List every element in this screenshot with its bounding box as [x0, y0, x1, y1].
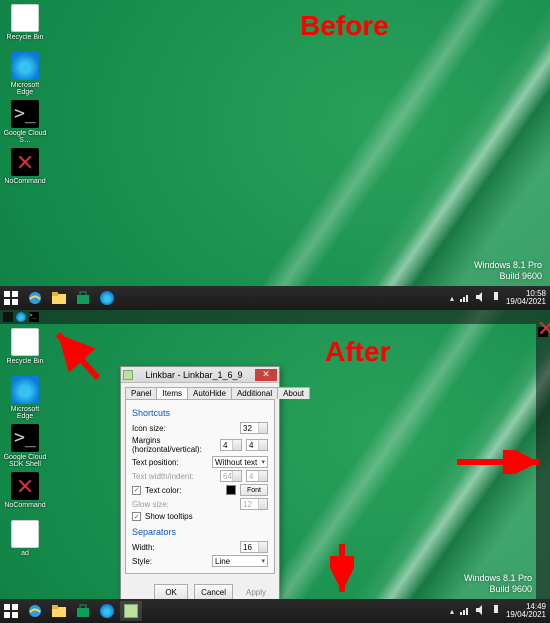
taskbar: ▴ 10:5819/04/2021: [0, 286, 550, 310]
tab-items[interactable]: Items: [156, 387, 188, 399]
system-tray: ▴ 10:5819/04/2021: [450, 290, 546, 307]
desktop-icons: Recycle Bin Microsoft Edge >_Google Clou…: [2, 4, 52, 196]
input-margin-h[interactable]: 4: [220, 439, 242, 451]
input-margin-v[interactable]: 4: [246, 439, 268, 451]
windows-watermark: Windows 8.1 ProBuild 9600: [474, 260, 542, 282]
label-margins: Margins (horizontal/vertical):: [132, 436, 216, 454]
label-sep-width: Width:: [132, 543, 236, 552]
label-show-tooltips: Show tooltips: [145, 512, 268, 521]
tray-chevron-icon[interactable]: ▴: [450, 294, 454, 303]
input-glow-size: 12: [240, 498, 268, 510]
font-button[interactable]: Font: [240, 484, 268, 496]
taskbar-app-linkbar[interactable]: [120, 601, 142, 621]
label-icon-size: Icon size:: [132, 424, 236, 433]
overlay-label-before: Before: [300, 10, 389, 42]
desktop-icons: Recycle Bin Microsoft Edge >_Google Clou…: [2, 328, 52, 568]
desktop-icon-gcloud[interactable]: >_Google Cloud S…: [2, 100, 48, 144]
cancel-button[interactable]: Cancel: [194, 584, 233, 600]
dialog-body: Shortcuts Icon size: 32 Margins (horizon…: [125, 399, 275, 574]
label-text-width: Text width/indent:: [132, 472, 216, 481]
label-text-color: Text color:: [145, 486, 181, 495]
desktop-icon-gcloud[interactable]: >_Google Cloud SDK Shell: [2, 424, 48, 468]
linkbar-settings-dialog: Linkbar - Linkbar_1_6_9 ✕ Panel Items Au…: [120, 366, 280, 607]
taskbar-clock[interactable]: 10:5819/04/2021: [506, 290, 546, 307]
linkbar-top[interactable]: >_: [0, 310, 550, 324]
arrow-to-right-linkbar: [455, 450, 545, 474]
taskbar-app-store[interactable]: [72, 288, 94, 308]
label-sep-style: Style:: [132, 557, 208, 566]
tab-about[interactable]: About: [277, 387, 310, 399]
tab-additional[interactable]: Additional: [231, 387, 278, 399]
swatch-text-color[interactable]: [226, 485, 236, 495]
linkbar-item-app[interactable]: [3, 312, 13, 322]
desktop-icon-nocommand[interactable]: NoCommand: [2, 148, 48, 192]
dialog-title: Linkbar - Linkbar_1_6_9: [133, 370, 255, 380]
overlay-label-after: After: [325, 336, 390, 368]
desktop-icon-recycle-bin[interactable]: Recycle Bin: [2, 4, 48, 48]
arrow-down: [330, 542, 354, 598]
tray-volume-icon[interactable]: [476, 292, 486, 304]
linkbar-item-nocommand[interactable]: [538, 327, 548, 337]
taskbar-clock[interactable]: 14:4919/04/2021: [506, 603, 546, 620]
desktop-icon-textfile[interactable]: ad: [2, 520, 48, 564]
wallpaper: [0, 0, 550, 310]
taskbar-app-ie[interactable]: [24, 601, 46, 621]
tab-autohide[interactable]: AutoHide: [187, 387, 232, 399]
input-icon-size[interactable]: 32: [240, 422, 268, 434]
taskbar-app-explorer[interactable]: [48, 288, 70, 308]
taskbar: ▴ 14:4919/04/2021: [0, 599, 550, 623]
tray-action-icon[interactable]: [492, 605, 500, 617]
tab-panel[interactable]: Panel: [125, 387, 157, 399]
desktop-icon-edge[interactable]: Microsoft Edge: [2, 376, 48, 420]
section-shortcuts: Shortcuts: [132, 408, 268, 418]
ok-button[interactable]: OK: [154, 584, 188, 600]
input-text-width: 64: [220, 470, 242, 482]
dialog-tabs: Panel Items AutoHide Additional About: [121, 383, 279, 399]
before-panel: Before Recycle Bin Microsoft Edge >_Goog…: [0, 0, 550, 310]
input-text-indent: 4: [246, 470, 268, 482]
taskbar-app-explorer[interactable]: [48, 601, 70, 621]
label-text-position: Text position:: [132, 458, 208, 467]
label-glow-size: Glow size:: [132, 500, 236, 509]
checkbox-text-color[interactable]: ✓: [132, 486, 141, 495]
taskbar-app-store[interactable]: [72, 601, 94, 621]
taskbar-app-edge[interactable]: [96, 601, 118, 621]
tray-network-icon[interactable]: [460, 292, 470, 304]
section-separators: Separators: [132, 527, 268, 537]
select-text-position[interactable]: Without text: [212, 456, 268, 468]
desktop-icon-nocommand[interactable]: NoCommand: [2, 472, 48, 516]
taskbar-app-edge[interactable]: [96, 288, 118, 308]
tray-network-icon[interactable]: [460, 605, 470, 617]
tray-chevron-icon[interactable]: ▴: [450, 607, 454, 616]
start-button[interactable]: [0, 288, 22, 308]
checkbox-show-tooltips[interactable]: ✓: [132, 512, 141, 521]
dialog-app-icon: [123, 370, 133, 380]
linkbar-item-cmd[interactable]: >_: [29, 312, 39, 322]
after-panel: >_ After Recycle Bin Microsoft Edge >_Go…: [0, 310, 550, 623]
apply-button[interactable]: Apply: [239, 584, 273, 600]
desktop-icon-edge[interactable]: Microsoft Edge: [2, 52, 48, 96]
input-sep-width[interactable]: 16: [240, 541, 268, 553]
arrow-to-top-linkbar: [50, 328, 106, 384]
taskbar-app-ie[interactable]: [24, 288, 46, 308]
linkbar-item-edge[interactable]: [16, 312, 26, 322]
close-button[interactable]: ✕: [255, 369, 277, 381]
tray-action-icon[interactable]: [492, 292, 500, 304]
windows-watermark: Windows 8.1 ProBuild 9600: [464, 573, 532, 595]
dialog-titlebar[interactable]: Linkbar - Linkbar_1_6_9 ✕: [121, 367, 279, 383]
desktop-icon-recycle-bin[interactable]: Recycle Bin: [2, 328, 48, 372]
start-button[interactable]: [0, 601, 22, 621]
system-tray: ▴ 14:4919/04/2021: [450, 603, 546, 620]
tray-volume-icon[interactable]: [476, 605, 486, 617]
select-sep-style[interactable]: Line: [212, 555, 268, 567]
